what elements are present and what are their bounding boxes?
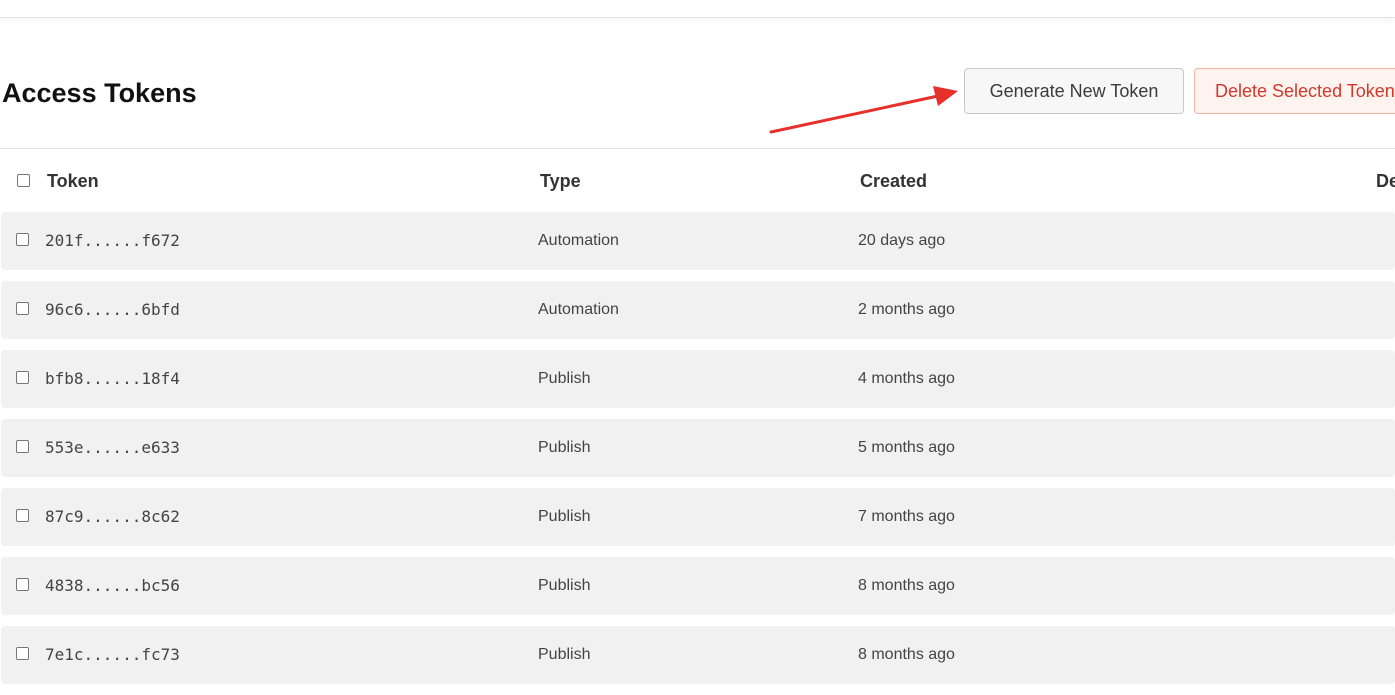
column-header-created[interactable]: Created xyxy=(860,171,927,192)
token-type: Automation xyxy=(538,232,619,249)
token-created: 8 months ago xyxy=(858,577,955,594)
token-value: 4838......bc56 xyxy=(45,576,180,595)
row-checkbox[interactable] xyxy=(16,371,29,384)
header-divider xyxy=(0,148,1395,149)
select-all-checkbox[interactable] xyxy=(17,174,30,187)
token-value: 7e1c......fc73 xyxy=(45,645,180,664)
column-header-description[interactable]: Description xyxy=(1376,171,1395,192)
page-title: Access Tokens xyxy=(2,78,197,108)
column-header-token[interactable]: Token xyxy=(47,171,99,192)
token-created: 7 months ago xyxy=(858,508,955,525)
token-value: 201f......f672 xyxy=(45,231,180,250)
table-row: 7e1c......fc73 Publish 8 months ago xyxy=(1,626,1395,684)
top-navigation-bar xyxy=(0,0,1395,18)
token-value: 87c9......8c62 xyxy=(45,507,180,526)
token-type: Publish xyxy=(538,370,591,387)
table-row: 4838......bc56 Publish 8 months ago xyxy=(1,557,1395,615)
delete-selected-tokens-button[interactable]: Delete Selected Tokens xyxy=(1194,68,1395,114)
token-created: 5 months ago xyxy=(858,439,955,456)
table-row: 553e......e633 Publish 5 months ago xyxy=(1,419,1395,477)
token-type: Publish xyxy=(538,508,591,525)
row-checkbox[interactable] xyxy=(16,440,29,453)
row-checkbox[interactable] xyxy=(16,509,29,522)
generate-new-token-button[interactable]: Generate New Token xyxy=(964,68,1184,114)
token-created: 20 days ago xyxy=(858,232,946,249)
token-value: 553e......e633 xyxy=(45,438,180,457)
row-checkbox[interactable] xyxy=(16,233,29,246)
token-created: 2 months ago xyxy=(858,301,955,318)
row-checkbox[interactable] xyxy=(16,578,29,591)
token-created: 4 months ago xyxy=(858,370,955,387)
table-row: 87c9......8c62 Publish 7 months ago xyxy=(1,488,1395,546)
token-value: bfb8......18f4 xyxy=(45,369,180,388)
row-checkbox[interactable] xyxy=(16,647,29,660)
table-row: 96c6......6bfd Automation 2 months ago xyxy=(1,281,1395,339)
table-row: bfb8......18f4 Publish 4 months ago xyxy=(1,350,1395,408)
column-header-type[interactable]: Type xyxy=(540,171,581,192)
table-header: Token Type Created Description xyxy=(0,160,1395,204)
token-type: Publish xyxy=(538,646,591,663)
token-type: Publish xyxy=(538,439,591,456)
token-value: 96c6......6bfd xyxy=(45,300,180,319)
table-row: 201f......f672 Automation 20 days ago xyxy=(1,212,1395,270)
token-created: 8 months ago xyxy=(858,646,955,663)
token-type: Automation xyxy=(538,301,619,318)
token-type: Publish xyxy=(538,577,591,594)
row-checkbox[interactable] xyxy=(16,302,29,315)
